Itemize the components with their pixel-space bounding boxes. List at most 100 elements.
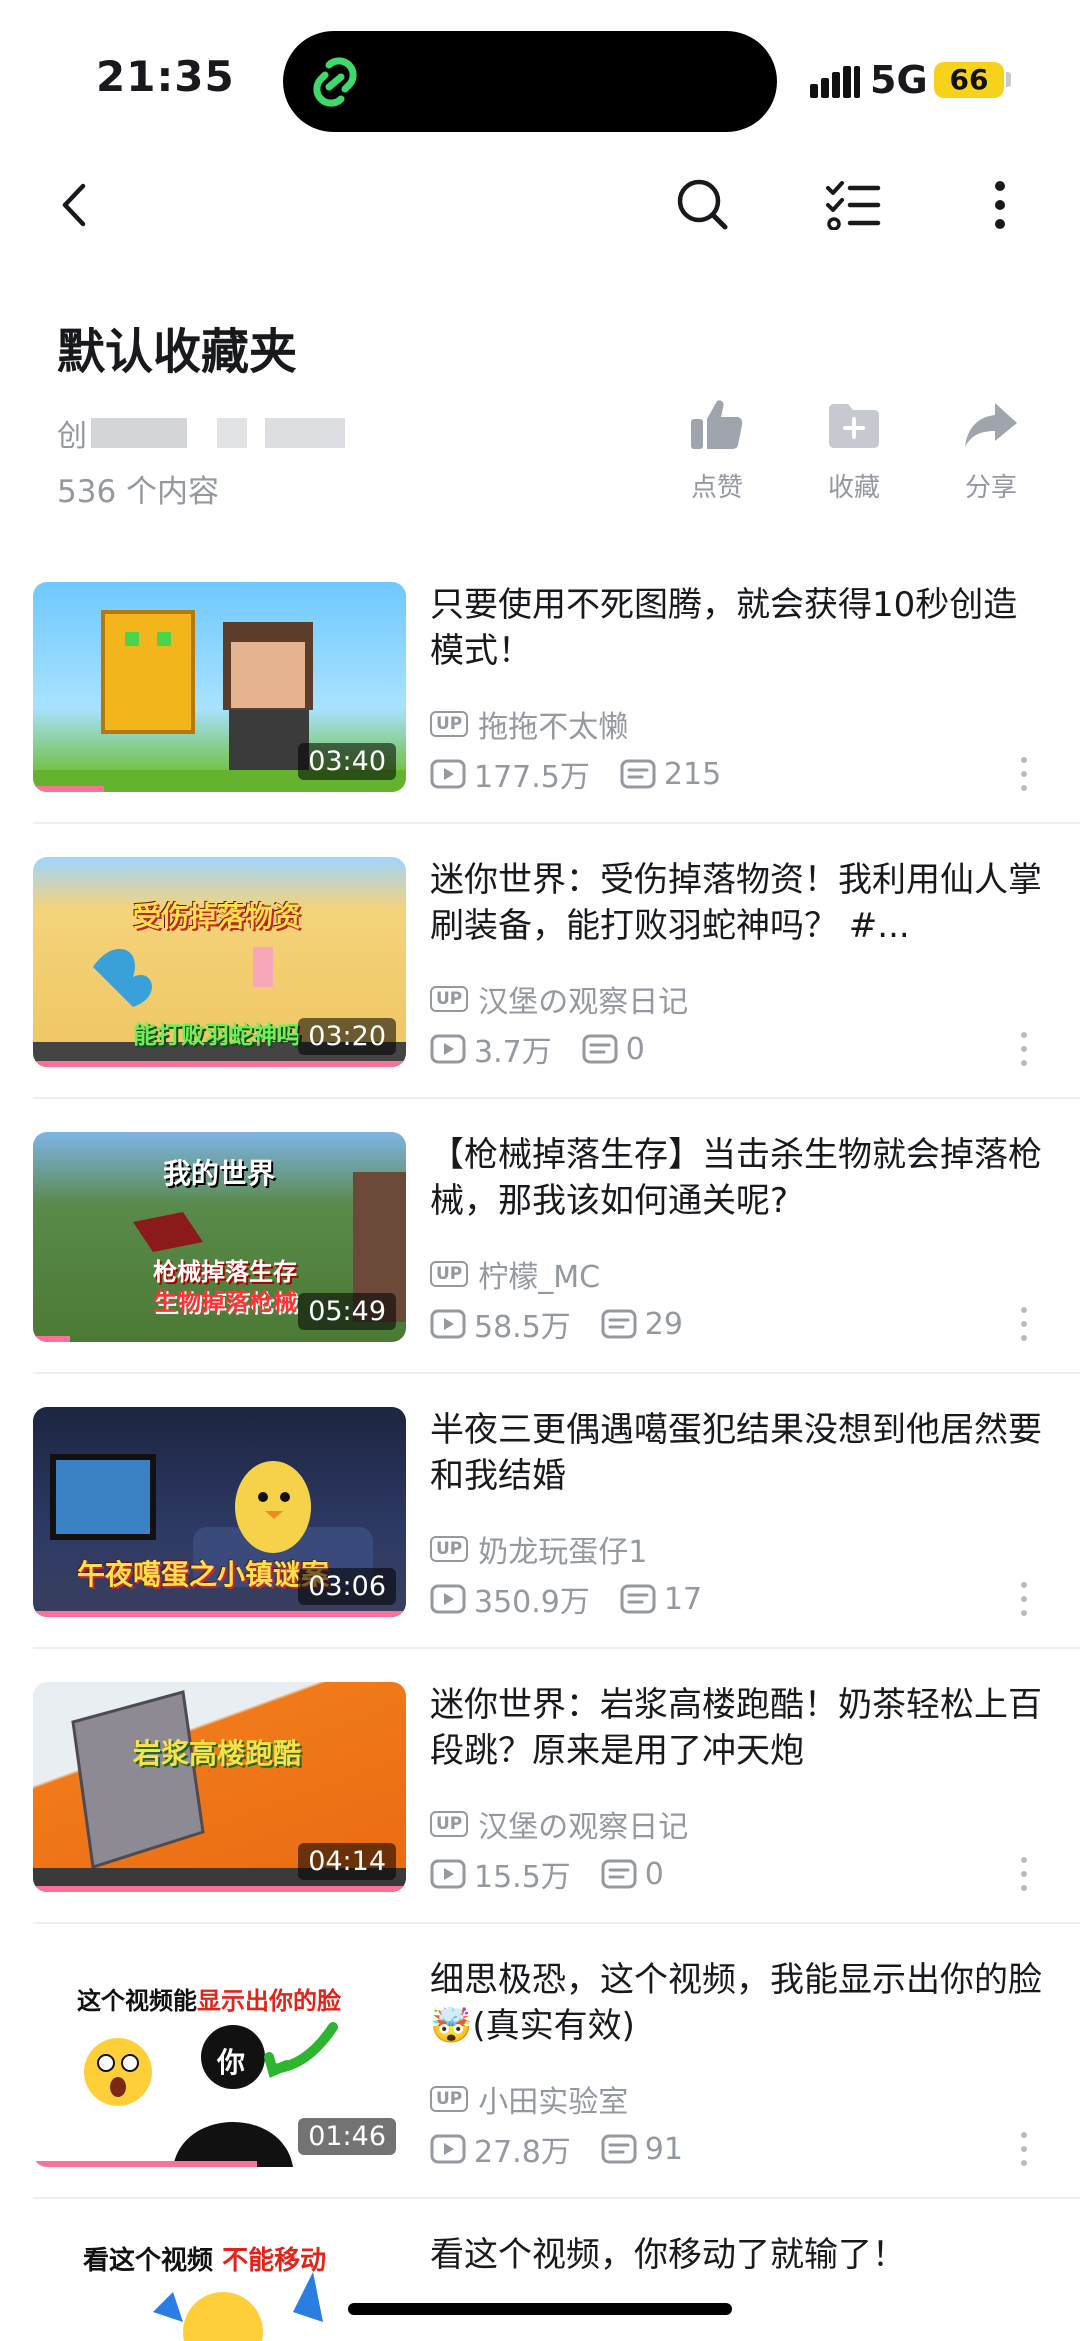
- item-more-icon[interactable]: [1012, 1854, 1036, 1894]
- play-count-icon: [430, 2134, 466, 2164]
- stats-row: 177.5万 215: [430, 752, 721, 796]
- status-bar: 21:35 5G 66: [0, 0, 1080, 150]
- search-button[interactable]: [668, 170, 738, 240]
- link-chain-icon: [313, 57, 357, 107]
- play-count-icon: [430, 1859, 466, 1889]
- comment-count: 0: [644, 1856, 664, 1892]
- uploader-name: 小田实验室: [478, 2085, 629, 2120]
- video-duration: 05:49: [298, 1293, 396, 1330]
- thumbnail-caption: 午夜噶蛋之小镇谜案: [77, 1558, 330, 1591]
- divider: [33, 1647, 1080, 1649]
- stats-row: 350.9万 17: [430, 1577, 702, 1621]
- uploader-row[interactable]: UP 汉堡の观察日记: [430, 1802, 688, 1846]
- uploader-row[interactable]: UP 拖拖不太懒: [430, 702, 628, 746]
- comment-count: 29: [644, 1306, 683, 1342]
- thumbnail-art: [153, 2272, 323, 2341]
- video-duration: 03:20: [298, 1018, 396, 1055]
- back-icon: [62, 183, 86, 227]
- content-count: 536 个内容: [57, 474, 220, 510]
- like-label: 点赞: [690, 473, 743, 503]
- creator-prefix: 创: [57, 419, 87, 454]
- comment-count-icon: [582, 1034, 618, 1064]
- play-count: 27.8万: [474, 2135, 571, 2170]
- dynamic-island: [283, 31, 777, 132]
- item-more-icon[interactable]: [1012, 1304, 1036, 1344]
- play-count-icon: [430, 1584, 466, 1614]
- video-thumbnail[interactable]: 03:40: [33, 582, 406, 792]
- watch-progress: [33, 786, 104, 792]
- uploader-name: 汉堡の观察日记: [478, 1810, 689, 1845]
- video-thumbnail[interactable]: 这个视频能显示出你的脸 你 01:46: [33, 1957, 406, 2167]
- share-label: 分享: [964, 473, 1017, 503]
- uploader-row[interactable]: UP 奶龙玩蛋仔1: [430, 1527, 647, 1571]
- comment-count: 91: [644, 2131, 683, 2167]
- uploader-row[interactable]: UP 小田实验室: [430, 2077, 628, 2121]
- item-more-icon[interactable]: [1012, 1579, 1036, 1619]
- video-item[interactable]: 03:40 只要使用不死图腾，就会获得10秒创造模式！ UP 拖拖不太懒 177…: [0, 582, 1080, 858]
- item-more-icon[interactable]: [1012, 754, 1036, 794]
- watch-progress: [33, 2161, 257, 2167]
- video-thumbnail[interactable]: 岩浆高楼跑酷 04:14: [33, 1682, 406, 1892]
- video-thumbnail[interactable]: 受伤掉落物资 能打败羽蛇神吗 03:20: [33, 857, 406, 1067]
- comment-count-icon: [601, 1309, 637, 1339]
- uploader-name: 拖拖不太懒: [478, 710, 629, 745]
- watch-progress: [33, 1336, 71, 1342]
- more-button[interactable]: [965, 170, 1035, 240]
- divider: [33, 2197, 1080, 2199]
- play-count: 350.9万: [474, 1585, 590, 1620]
- item-more-icon[interactable]: [1012, 1029, 1036, 1069]
- share-folder-button[interactable]: 分享: [936, 395, 1046, 504]
- comment-count-icon: [620, 1584, 656, 1614]
- collect-label: 收藏: [827, 473, 880, 503]
- more-icon: [995, 181, 1005, 229]
- video-title: 只要使用不死图腾，就会获得10秒创造模式！: [430, 585, 1018, 671]
- watch-progress: [33, 1886, 406, 1892]
- thumbnail-caption-3: 你: [217, 2046, 246, 2079]
- uploader-row[interactable]: UP 柠檬_MC: [430, 1252, 600, 1296]
- video-duration: 04:14: [298, 1843, 396, 1880]
- play-count: 58.5万: [474, 1310, 571, 1345]
- video-thumbnail[interactable]: 午夜噶蛋之小镇谜案 03:06: [33, 1407, 406, 1617]
- video-thumbnail[interactable]: 我的世界 枪械掉落生存 生物掉落枪械 05:49: [33, 1132, 406, 1342]
- stats-row: 15.5万 0: [430, 1852, 664, 1896]
- comment-count-icon: [620, 759, 656, 789]
- video-item[interactable]: 看这个视频 不能移动 看这个视频，你移动了就输了！: [0, 2232, 1080, 2341]
- home-indicator[interactable]: [348, 2303, 732, 2315]
- manage-list-button[interactable]: [818, 170, 888, 240]
- back-button[interactable]: [40, 170, 110, 240]
- video-duration: 01:46: [298, 2118, 396, 2155]
- video-duration: 03:40: [298, 743, 396, 780]
- video-item[interactable]: 岩浆高楼跑酷 04:14 迷你世界：岩浆高楼跑酷！奶茶轻松上百段跳？原来是用了冲…: [0, 1682, 1080, 1958]
- comment-count: 215: [663, 756, 722, 792]
- share-icon: [965, 403, 1017, 447]
- comment-count: 17: [663, 1581, 703, 1617]
- up-badge-icon: UP: [430, 1811, 469, 1837]
- video-item[interactable]: 我的世界 枪械掉落生存 生物掉落枪械 05:49 【枪械掉落生存】当击杀生物就会…: [0, 1132, 1080, 1408]
- like-folder-button[interactable]: 点赞: [662, 395, 772, 504]
- divider: [33, 1097, 1080, 1099]
- manage-list-icon: [826, 181, 881, 230]
- video-duration: 03:06: [298, 1568, 396, 1605]
- video-item[interactable]: 这个视频能显示出你的脸 你 01:46 细思极恐，这个视频，我能显示出你的脸🤯(…: [0, 1957, 1080, 2233]
- up-badge-icon: UP: [430, 986, 469, 1012]
- video-thumbnail[interactable]: 看这个视频 不能移动: [33, 2232, 406, 2341]
- folder-title: 默认收藏夹: [57, 324, 298, 380]
- video-item[interactable]: 受伤掉落物资 能打败羽蛇神吗 03:20 迷你世界：受伤掉落物资！我利用仙人掌刷…: [0, 857, 1080, 1133]
- up-badge-icon: UP: [430, 1261, 469, 1287]
- status-time: 21:35: [96, 52, 235, 101]
- uploader-name: 奶龙玩蛋仔1: [478, 1535, 648, 1570]
- collect-folder-button[interactable]: 收藏: [799, 395, 909, 504]
- play-count: 15.5万: [474, 1860, 571, 1895]
- stats-row: 27.8万 91: [430, 2127, 683, 2171]
- creator-name-redacted: [91, 418, 187, 448]
- video-item[interactable]: 午夜噶蛋之小镇谜案 03:06 半夜三更偶遇噶蛋犯结果没想到他居然要和我结婚 U…: [0, 1407, 1080, 1683]
- thumbs-up-icon: [691, 400, 743, 449]
- search-icon: [677, 179, 728, 230]
- comment-count-icon: [601, 1859, 637, 1889]
- uploader-row[interactable]: UP 汉堡の观察日记: [430, 977, 688, 1021]
- creator-name-redacted: [217, 418, 247, 448]
- up-badge-icon: UP: [430, 2086, 469, 2112]
- item-more-icon[interactable]: [1012, 2129, 1036, 2169]
- creator-info[interactable]: 创: [57, 414, 345, 454]
- watch-progress: [33, 1061, 406, 1067]
